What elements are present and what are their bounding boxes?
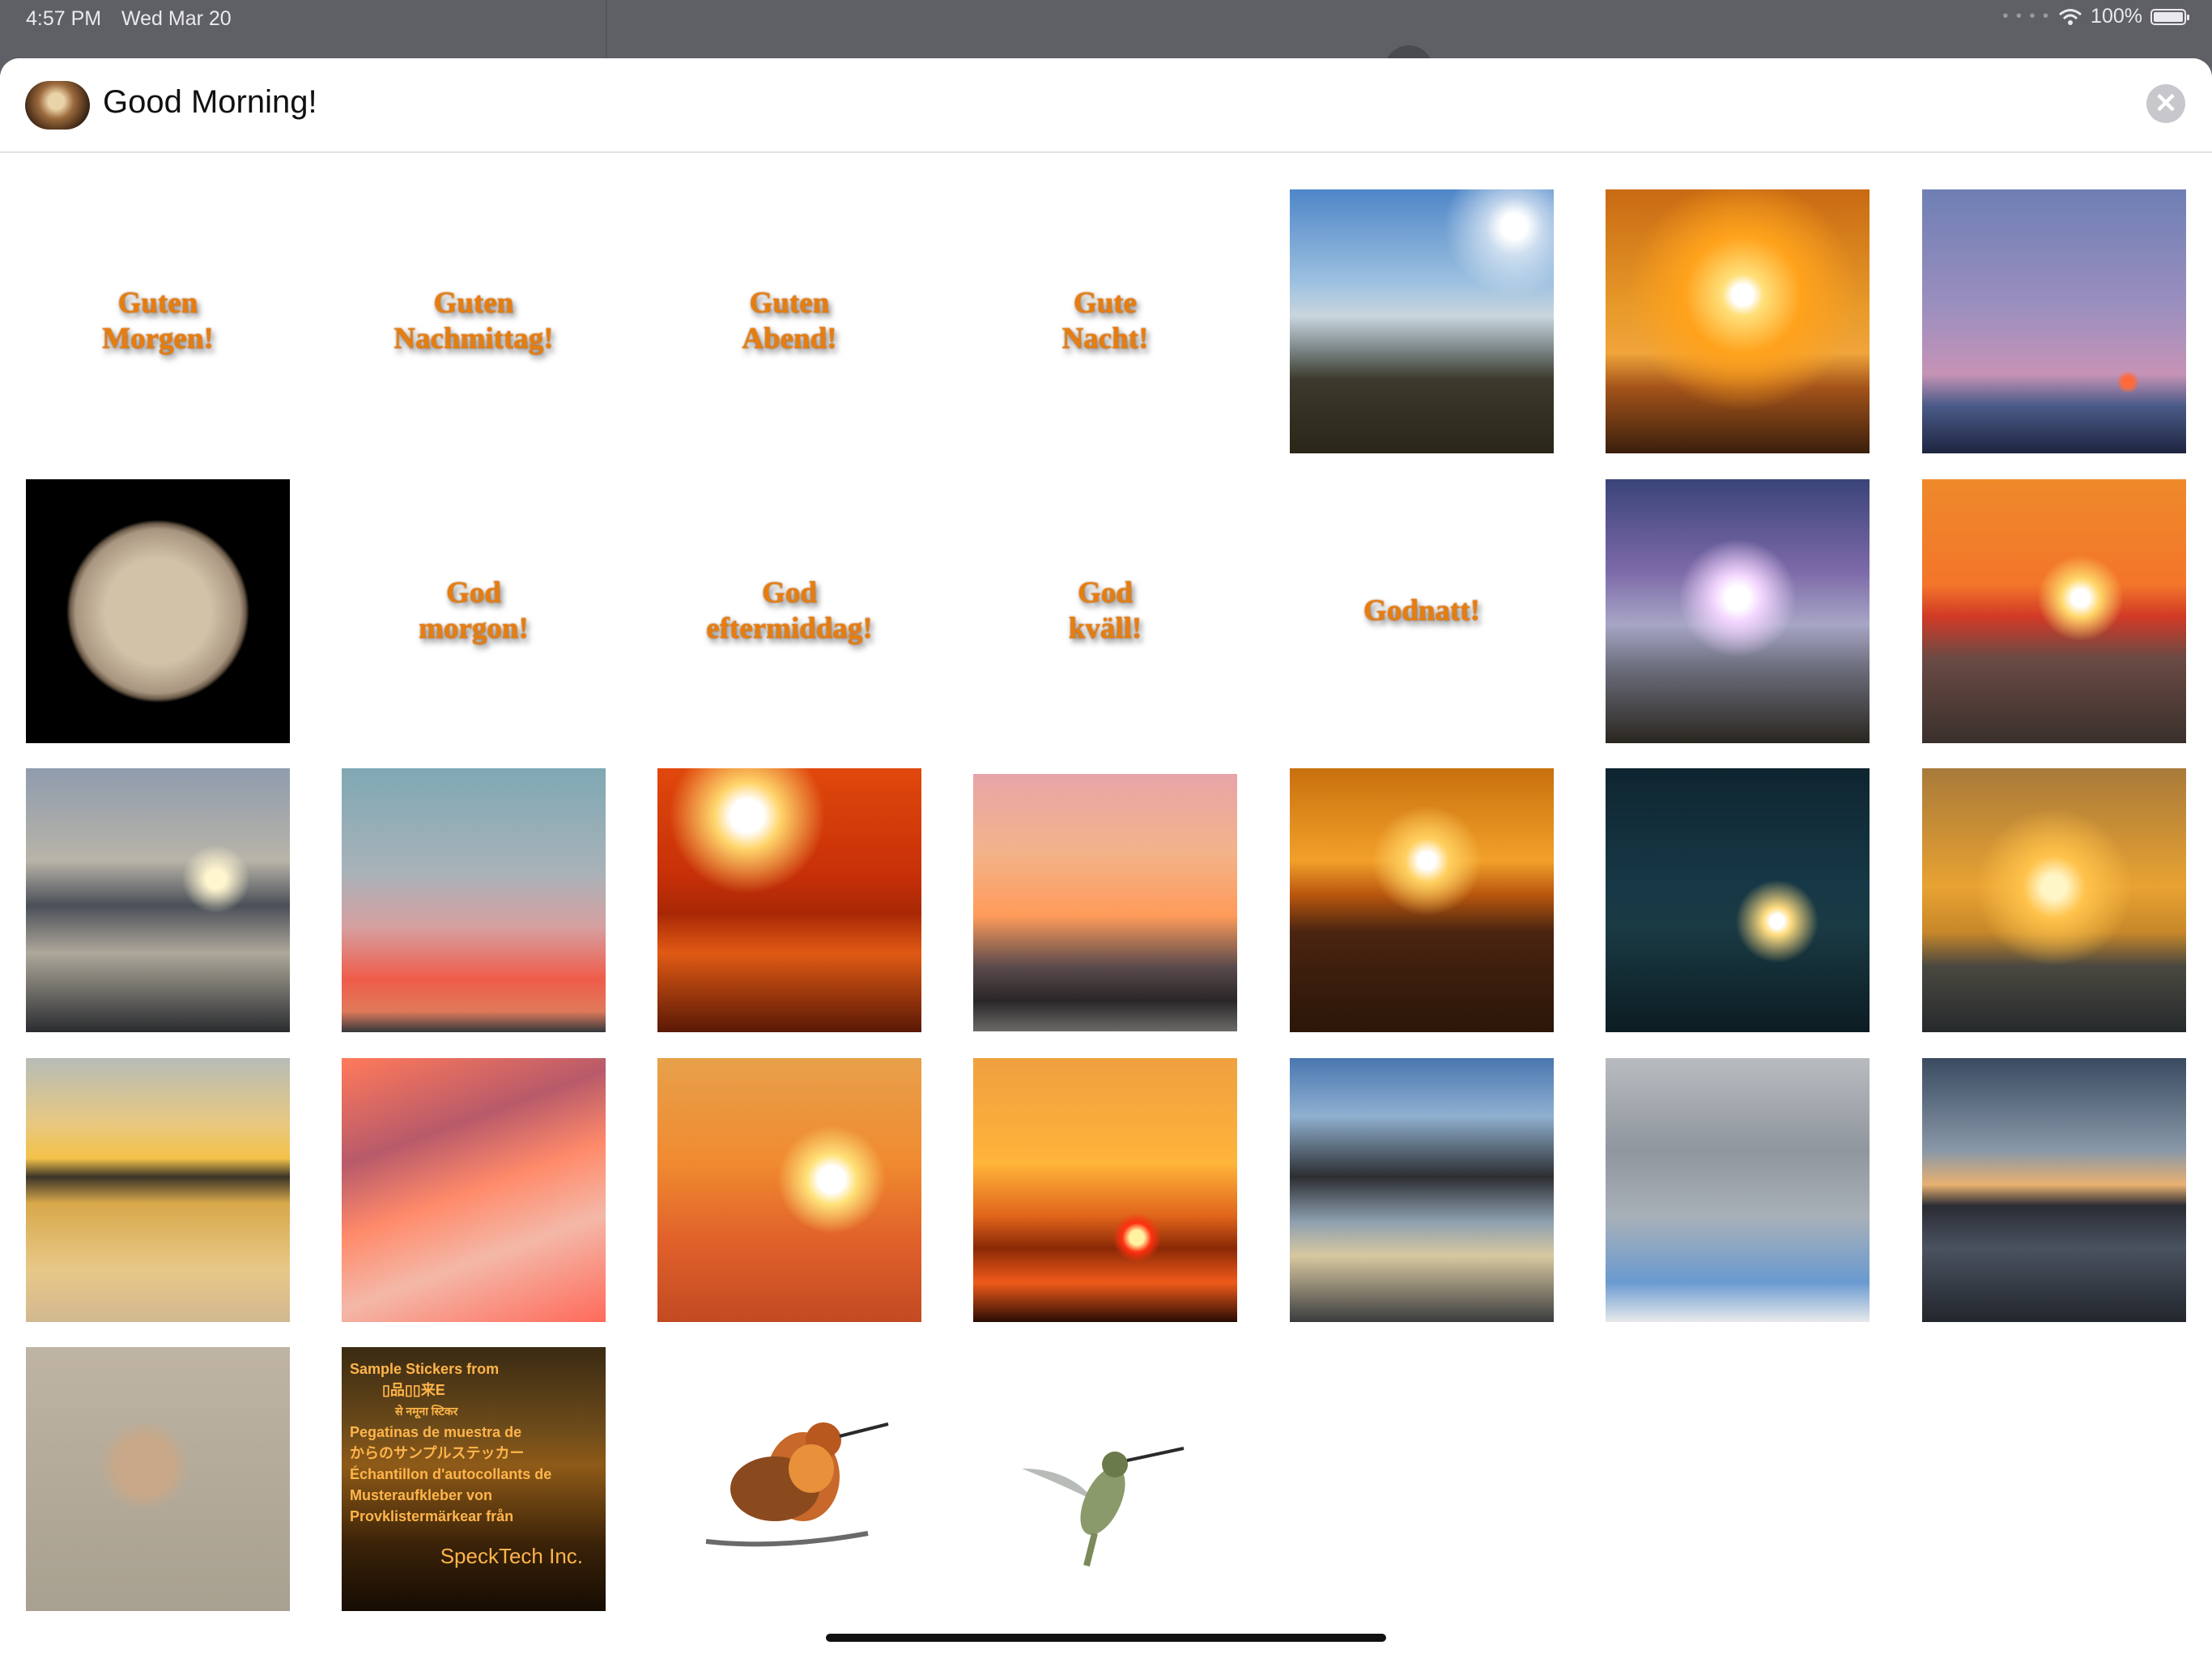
sticker-text[interactable]: Gute Nacht!: [973, 189, 1237, 453]
promo-company: SpeckTech Inc.: [440, 1544, 583, 1568]
home-indicator[interactable]: [826, 1634, 1386, 1642]
sticker-photo-calm-harbor[interactable]: [26, 1058, 290, 1322]
sticker-photo-squirrel[interactable]: [26, 1347, 290, 1611]
close-button[interactable]: ✕: [2146, 84, 2185, 123]
sticker-photo-pink-clouds[interactable]: [342, 1058, 606, 1322]
sticker-photo-sun-over-clouds[interactable]: [1922, 479, 2186, 743]
battery-percent: 100%: [2091, 5, 2142, 28]
promo-line: からのサンプルステッカー: [350, 1445, 525, 1461]
sticker-photo-marina-dusk[interactable]: [1922, 1058, 2186, 1322]
sticker-photo-sea-reflection[interactable]: [1290, 768, 1554, 1032]
promo-line: Musteraufkleber von: [350, 1487, 493, 1503]
sticker-photo-moon[interactable]: [26, 479, 290, 743]
battery-icon: [2150, 8, 2189, 25]
split-divider: [606, 0, 607, 60]
sticker-text[interactable]: God eftermiddag!: [657, 479, 921, 743]
sticker-photo-harbor-channel[interactable]: [26, 768, 290, 1032]
app-icon: [25, 81, 90, 130]
sticker-text[interactable]: Godnatt!: [1290, 479, 1554, 743]
status-date: Wed Mar 20: [121, 7, 232, 30]
status-time: 4:57 PM: [26, 7, 102, 30]
status-bar: 4:57 PM Wed Mar 20 • • • • 100%: [0, 0, 2212, 60]
app-title: Good Morning!: [103, 84, 317, 120]
status-right: • • • • 100%: [2002, 5, 2189, 28]
promo-line: ▯品▯▯来E: [382, 1382, 445, 1398]
sticker-label: Guten Morgen!: [102, 287, 214, 355]
promo-line: से नमूना स्टिकर: [395, 1405, 458, 1418]
sticker-label: God eftermiddag!: [706, 576, 873, 645]
sticker-text[interactable]: Guten Nachmittag!: [342, 189, 606, 453]
sticker-photo-marina-sunset[interactable]: [973, 774, 1237, 1031]
sticker-label: God kväll!: [1068, 576, 1142, 645]
hummingbird-icon: [705, 1422, 889, 1547]
sticker-label: Guten Abend!: [742, 287, 837, 355]
wifi-icon: [2059, 8, 2082, 25]
sticker-photo-tower-sun[interactable]: [1606, 479, 1870, 743]
sticker-photo-horizon-sunset[interactable]: [973, 1058, 1237, 1322]
sticker-photo-orange-sunburst[interactable]: [1606, 189, 1870, 453]
sticker-text[interactable]: Guten Abend!: [657, 189, 921, 453]
sticker-hummingbird-perched[interactable]: [657, 1347, 921, 1611]
sticker-text[interactable]: Guten Morgen!: [26, 189, 290, 453]
sticker-photo-red-sunset[interactable]: [657, 768, 921, 1032]
hummingbird-icon: [1022, 1447, 1185, 1567]
sticker-sheet: Good Morning! ✕ Guten Morgen! Guten Nach…: [0, 58, 2212, 1658]
sticker-promo-specktech[interactable]: Sample Stickers from ▯品▯▯来E से नमूना स्ट…: [342, 1347, 606, 1611]
promo-line: Échantillon d'autocollants de: [350, 1466, 552, 1482]
close-icon: ✕: [2154, 88, 2178, 119]
sticker-photo-gray-clouds[interactable]: [1606, 1058, 1870, 1322]
sticker-label: Gute Nacht!: [1061, 287, 1149, 355]
promo-line: Pegatinas de muestra de: [350, 1424, 522, 1440]
sticker-photo-bay-clouds[interactable]: [1290, 1058, 1554, 1322]
promo-line: Sample Stickers from: [350, 1361, 500, 1377]
sticker-label: Guten Nachmittag!: [393, 287, 554, 355]
sticker-hummingbird-flying[interactable]: [973, 1347, 1237, 1611]
sticker-label: God morgon!: [419, 576, 529, 645]
sticker-photo-night-sunburst[interactable]: [1606, 768, 1870, 1032]
sticker-photo-mountain-sunburst[interactable]: [1290, 189, 1554, 453]
cellular-icon: • • • •: [2002, 7, 2051, 25]
promo-text: Sample Stickers from ▯品▯▯来E से नमूना स्ट…: [350, 1358, 551, 1527]
sticker-photo-golden-gate[interactable]: [1922, 768, 2186, 1032]
sticker-text[interactable]: God kväll!: [973, 479, 1237, 743]
sticker-photo-purple-dusk[interactable]: [1922, 189, 2186, 453]
sticker-photo-pink-sky[interactable]: [342, 768, 606, 1032]
promo-line: Provklistermärkear från: [350, 1508, 514, 1524]
sticker-photo-sun-orange-haze[interactable]: [657, 1058, 921, 1322]
sticker-text[interactable]: God morgon!: [342, 479, 606, 743]
sheet-header: Good Morning! ✕: [0, 58, 2212, 153]
sticker-label: Godnatt!: [1363, 594, 1480, 628]
